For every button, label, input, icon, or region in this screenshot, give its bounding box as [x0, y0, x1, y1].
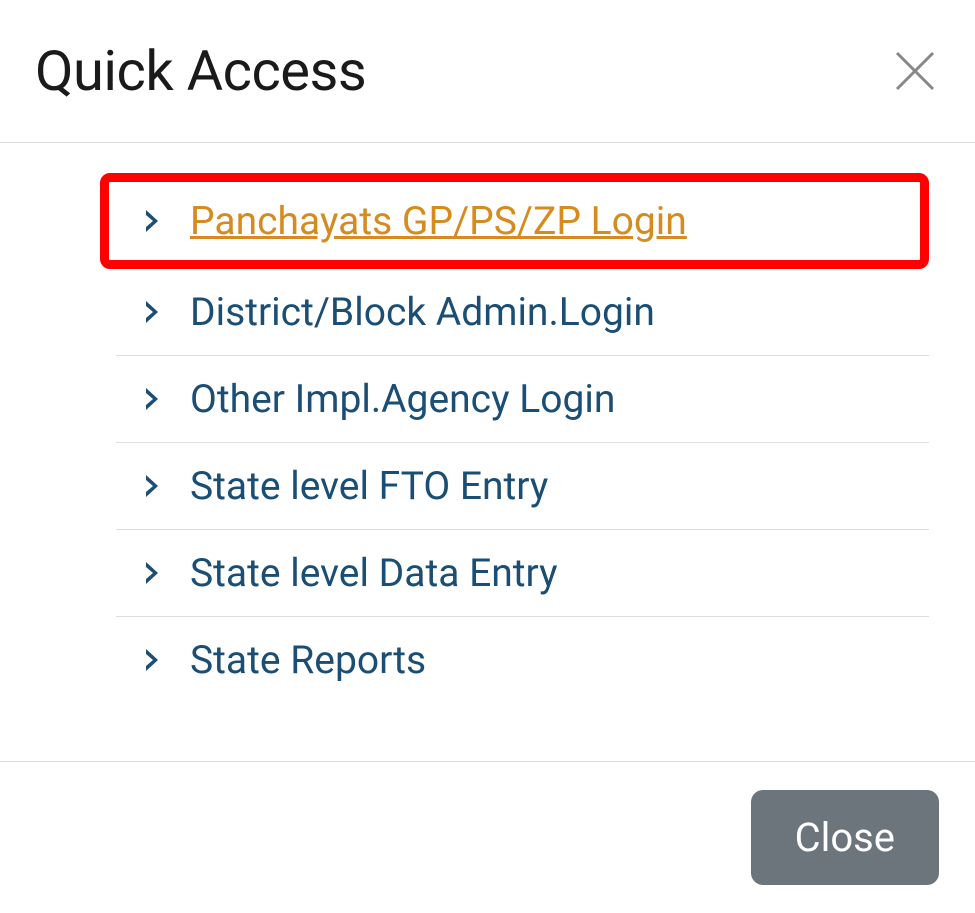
menu-item-label: State level FTO Entry — [190, 463, 548, 509]
modal-title: Quick Access — [35, 38, 366, 104]
menu-item-district-admin-login[interactable]: District/Block Admin.Login — [116, 269, 929, 356]
menu-item-state-reports[interactable]: State Reports — [116, 617, 929, 703]
close-icon[interactable] — [890, 46, 940, 96]
chevron-right-icon — [144, 386, 162, 412]
menu-item-label: District/Block Admin.Login — [190, 289, 655, 335]
chevron-right-icon — [144, 560, 162, 586]
menu-item-label: State Reports — [190, 637, 426, 683]
menu-item-state-fto-entry[interactable]: State level FTO Entry — [116, 443, 929, 530]
modal-body: Panchayats GP/PS/ZP Login District/Block… — [0, 143, 975, 761]
menu-item-label: Panchayats GP/PS/ZP Login — [190, 198, 687, 244]
modal-header: Quick Access — [0, 0, 975, 143]
chevron-right-icon — [144, 299, 162, 325]
modal-footer: Close — [0, 761, 975, 913]
chevron-right-icon — [144, 208, 162, 234]
menu-item-label: Other Impl.Agency Login — [190, 376, 615, 422]
chevron-right-icon — [144, 647, 162, 673]
menu-item-panchayats-login[interactable]: Panchayats GP/PS/ZP Login — [100, 173, 929, 269]
chevron-right-icon — [144, 473, 162, 499]
menu-item-state-data-entry[interactable]: State level Data Entry — [116, 530, 929, 617]
close-button[interactable]: Close — [751, 790, 939, 885]
quick-access-modal: Quick Access Panchayats GP/PS/ZP Login D… — [0, 0, 975, 913]
menu-item-other-agency-login[interactable]: Other Impl.Agency Login — [116, 356, 929, 443]
menu-list: Panchayats GP/PS/ZP Login District/Block… — [36, 173, 939, 703]
menu-item-label: State level Data Entry — [190, 550, 558, 596]
